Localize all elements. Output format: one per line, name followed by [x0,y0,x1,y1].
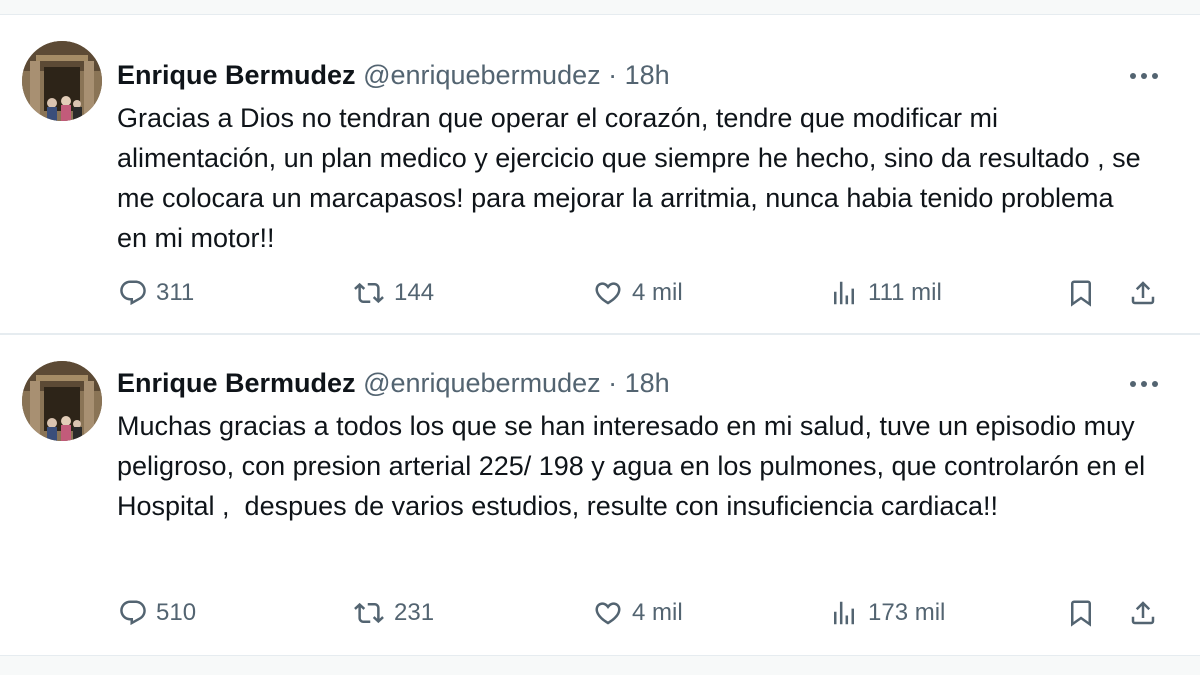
separator-dot: · [608,368,618,398]
avatar[interactable] [22,41,102,121]
reply-count: 510 [156,599,197,626]
author-handle[interactable]: @enriquebermudez [363,60,601,90]
share-icon [1131,601,1155,625]
retweet-button[interactable]: 231 [352,595,434,631]
like-count: 4 mil [632,279,683,306]
reply-icon [120,280,146,306]
avatar-image [22,361,102,441]
bookmark-icon [1071,600,1091,627]
author-name[interactable]: Enrique Bermudez [117,60,356,90]
views-count: 111 mil [868,279,942,306]
share-icon [1131,281,1155,305]
share-button[interactable] [1128,595,1158,631]
more-button[interactable] [1126,366,1162,402]
bookmark-icon [1071,280,1091,307]
like-icon [595,602,621,625]
more-icon [1130,381,1158,387]
tweet-header: Enrique Bermudez @enriquebermudez · 18h [117,57,670,93]
views-button[interactable]: 111 mil [828,275,942,311]
retweet-icon [354,602,384,624]
retweet-count: 144 [394,279,435,306]
views-count: 173 mil [868,599,946,626]
tweet-header: Enrique Bermudez @enriquebermudez · 18h [117,365,670,401]
reply-button[interactable]: 311 [118,275,194,311]
tweet[interactable]: Enrique Bermudez @enriquebermudez · 18h … [0,334,1200,656]
timestamp[interactable]: 18h [625,60,670,90]
reply-count: 311 [156,279,195,306]
views-button[interactable]: 173 mil [828,595,945,631]
reply-icon [120,600,146,626]
separator-dot: · [608,60,618,90]
more-button[interactable] [1126,58,1162,94]
like-icon [595,282,621,305]
avatar[interactable] [22,361,102,441]
share-button[interactable] [1128,275,1158,311]
author-name[interactable]: Enrique Bermudez [117,368,356,398]
views-icon [834,601,854,625]
reply-button[interactable]: 510 [118,595,196,631]
bookmark-button[interactable] [1066,595,1096,631]
avatar-image [22,41,102,121]
retweet-button[interactable]: 144 [352,275,434,311]
tweet-text: Gracias a Dios no tendran que operar el … [117,103,1149,253]
bookmark-button[interactable] [1066,275,1096,311]
like-button[interactable]: 4 mil [592,595,683,631]
like-count: 4 mil [632,599,683,626]
like-button[interactable]: 4 mil [592,275,683,311]
views-icon [834,281,854,305]
timestamp[interactable]: 18h [625,368,670,398]
retweet-icon [354,282,384,304]
more-icon [1130,73,1158,79]
author-handle[interactable]: @enriquebermudez [363,368,601,398]
tweet[interactable]: Enrique Bermudez @enriquebermudez · 18h … [0,14,1200,334]
retweet-count: 231 [394,599,435,626]
tweet-text: Muchas gracias a todos los que se han in… [117,411,1153,521]
